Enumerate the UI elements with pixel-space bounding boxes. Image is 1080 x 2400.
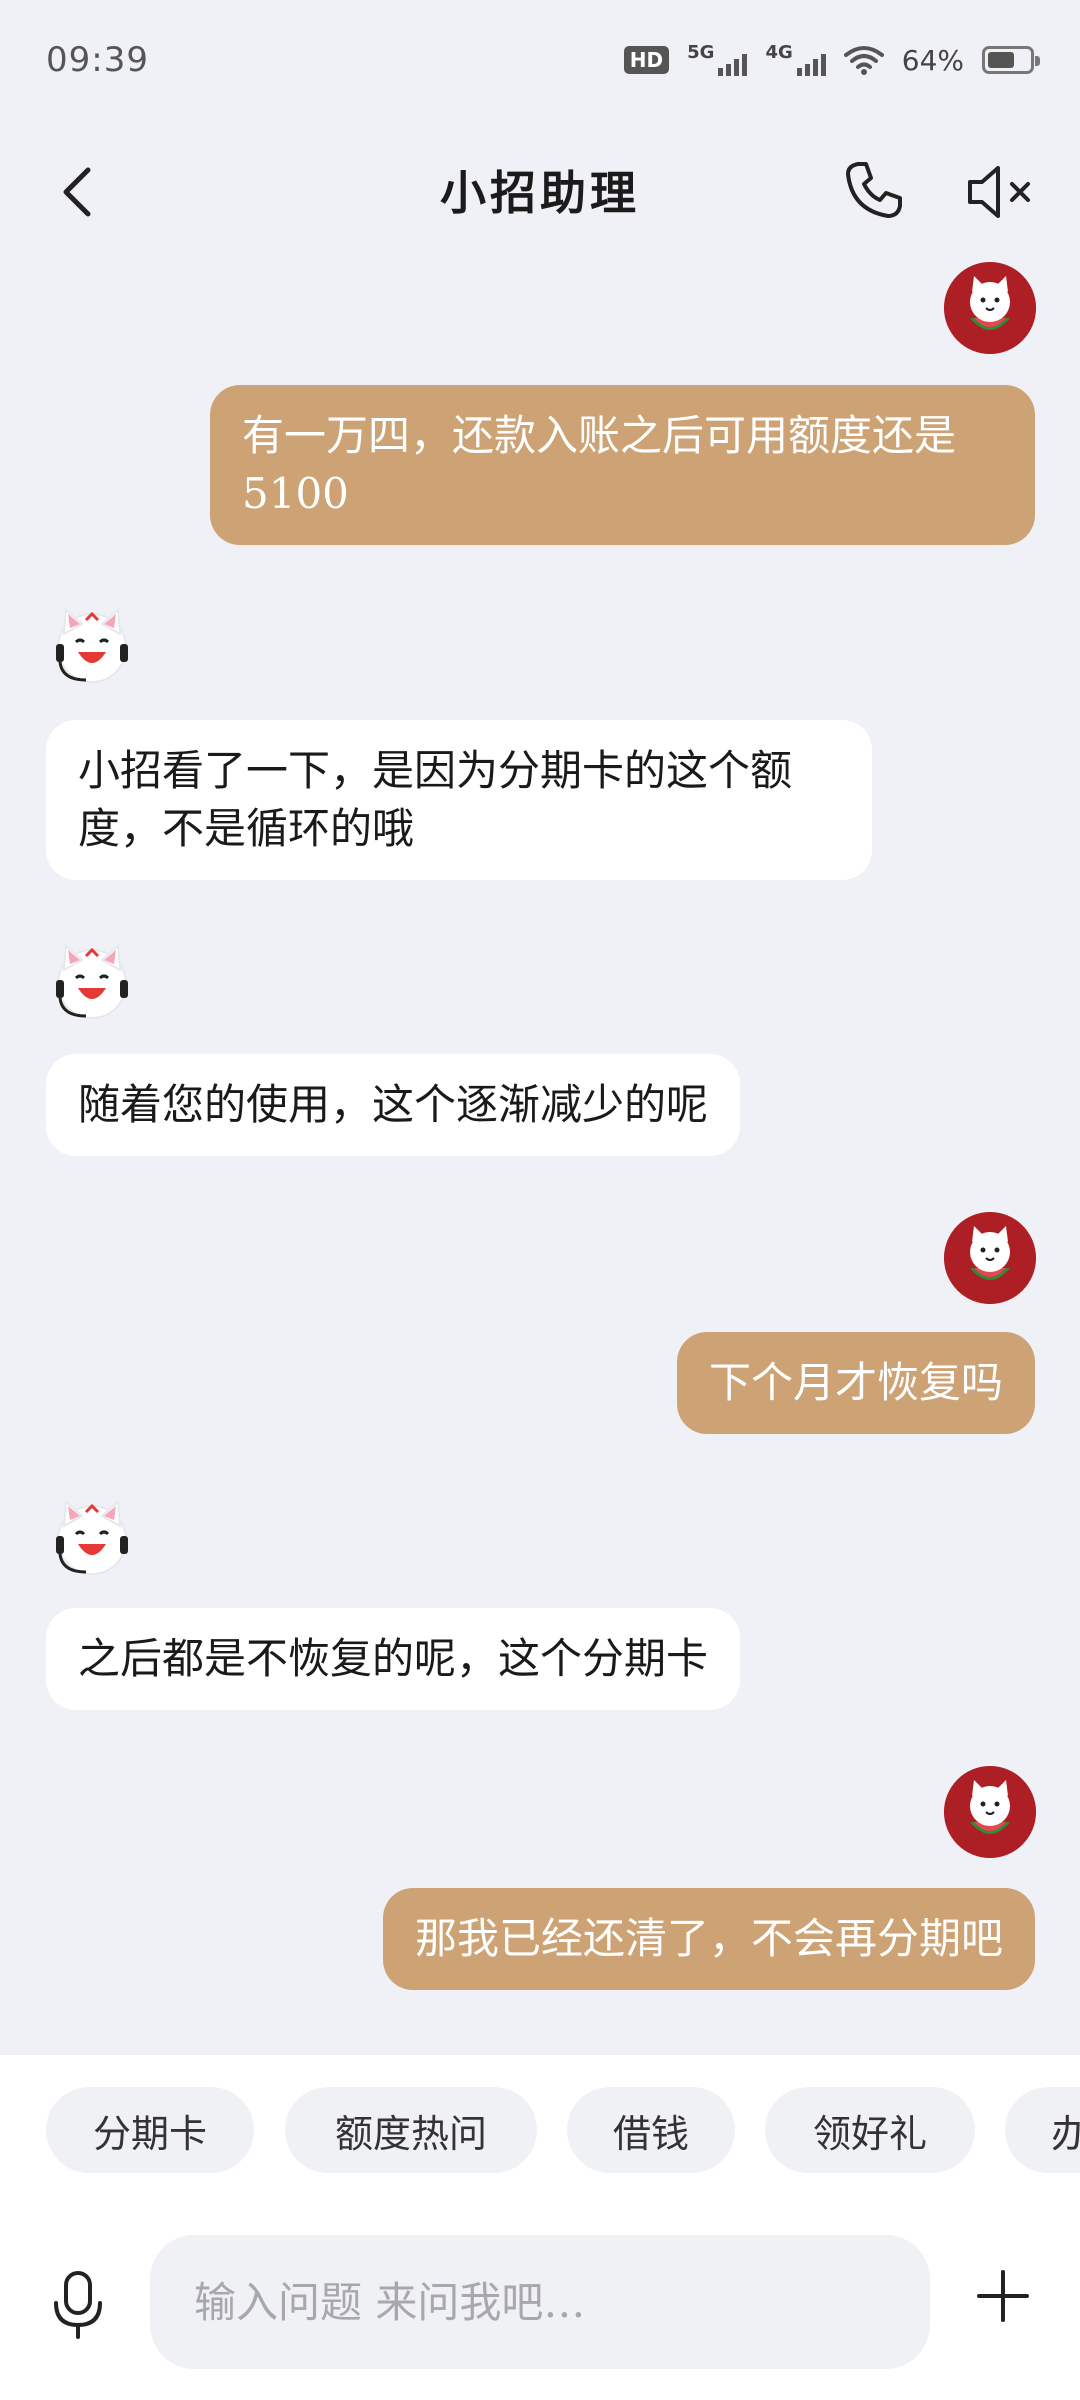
message-bubble-bot: 小招看了一下，是因为分期卡的这个额度，不是循环的哦 [46,720,872,880]
user-avatar[interactable] [944,1212,1036,1304]
message-bubble-bot: 之后都是不恢复的呢，这个分期卡 [46,1608,741,1710]
chip-handle[interactable]: 办 [1005,2087,1080,2173]
message-text: 那我已经还清了，不会再分期吧 [414,1914,1003,1963]
chip-installment-card[interactable]: 分期卡 [46,2087,254,2173]
speaker-mute-icon[interactable] [964,160,1040,224]
plus-icon[interactable] [975,2268,1031,2324]
quick-reply-chips: 分期卡 额度热问 借钱 领好礼 办 [0,2087,1080,2173]
input-row [0,2235,1080,2369]
cat-avatar-icon [944,1212,1036,1304]
page-title: 小招助理 [440,166,640,220]
cat-avatar-icon [944,262,1036,354]
cat-assistant-icon [56,607,128,683]
message-text: 之后都是不恢复的呢，这个分期卡 [78,1634,709,1683]
message-bubble-user: 有一万四，还款入账之后可用额度还是5100 [210,385,1035,545]
status-bar: 09:39 HD 5G 4G 64% [0,0,1080,120]
bot-avatar[interactable] [46,1490,138,1582]
battery-icon [982,46,1040,74]
status-indicators: HD 5G 4G 64% [623,43,1040,77]
message-text: 有一万四，还款入账之后可用额度还是5100 [242,411,957,518]
message-input-container[interactable] [150,2235,930,2369]
battery-percent: 64% [901,43,964,77]
hd-icon: HD [623,46,670,74]
microphone-icon[interactable] [46,2269,110,2341]
signal-4g-icon: 4G [765,44,826,76]
wifi-icon [843,46,884,75]
cat-assistant-icon [56,1499,128,1575]
cat-avatar-icon [944,1766,1036,1858]
message-text: 随着您的使用，这个逐渐减少的呢 [78,1080,709,1129]
chip-get-gift[interactable]: 领好礼 [765,2087,975,2173]
bot-avatar[interactable] [46,934,138,1026]
message-bubble-user: 那我已经还清了，不会再分期吧 [382,1888,1035,1990]
cat-assistant-icon [56,943,128,1019]
chevron-left-icon[interactable] [50,162,110,222]
chat-header: 小招助理 [0,130,1080,250]
phone-icon[interactable] [842,158,906,222]
message-bubble-bot: 随着您的使用，这个逐渐减少的呢 [46,1054,741,1156]
composer-panel: 分期卡 额度热问 借钱 领好礼 办 [0,2055,1080,2400]
chip-borrow-money[interactable]: 借钱 [567,2087,735,2173]
user-avatar[interactable] [944,262,1036,354]
message-input[interactable] [194,2277,930,2327]
message-text: 下个月才恢复吗 [708,1358,1003,1407]
user-avatar[interactable] [944,1766,1036,1858]
signal-5g-icon: 5G [687,44,748,76]
chip-credit-faq[interactable]: 额度热问 [285,2087,537,2173]
message-text: 小招看了一下，是因为分期卡的这个额度，不是循环的哦 [78,746,793,853]
bot-avatar[interactable] [46,598,138,690]
status-time: 09:39 [46,40,149,80]
chat-screen: 09:39 HD 5G 4G 64% 小招助理 有一万四，还款入账之后可用额度还… [0,0,1080,2400]
message-bubble-user: 下个月才恢复吗 [676,1332,1035,1434]
